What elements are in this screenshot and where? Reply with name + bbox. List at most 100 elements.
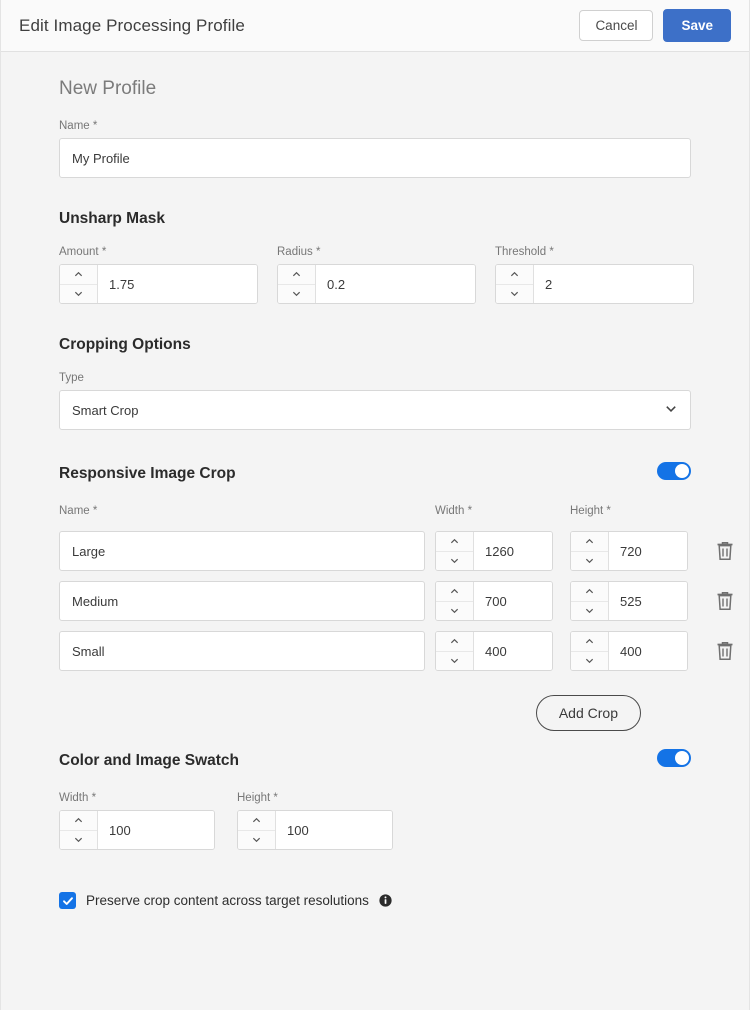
crop-type-value: Smart Crop [72, 403, 138, 418]
crop-name-cell [59, 581, 425, 621]
threshold-field-group: Threshold * 2 [495, 246, 694, 304]
profile-name-input[interactable] [59, 138, 691, 178]
toggle-knob [675, 751, 689, 765]
chevron-down-icon [450, 606, 459, 615]
save-button[interactable]: Save [663, 9, 731, 42]
threshold-value[interactable]: 2 [534, 265, 693, 303]
radius-stepper[interactable]: 0.2 [277, 264, 476, 304]
amount-increment-button[interactable] [60, 265, 97, 285]
crop-height-increment-button[interactable] [571, 632, 608, 652]
crop-width-decrement-button[interactable] [436, 602, 473, 621]
crop-width-stepper[interactable]: 700 [435, 581, 553, 621]
swatch-height-value[interactable]: 100 [276, 811, 392, 849]
crop-width-value[interactable]: 700 [474, 582, 552, 620]
chevron-up-icon [510, 270, 519, 279]
crop-delete-cell [705, 590, 745, 612]
crop-height-stepper[interactable]: 525 [570, 581, 688, 621]
crop-width-stepper[interactable]: 400 [435, 631, 553, 671]
color-image-swatch-section-header: Color and Image Swatch [59, 749, 691, 772]
chevron-up-icon [450, 537, 459, 546]
crop-width-stepper[interactable]: 1260 [435, 531, 553, 571]
threshold-increment-button[interactable] [496, 265, 533, 285]
crop-height-stepper[interactable]: 720 [570, 531, 688, 571]
swatch-height-stepper-buttons [238, 811, 276, 849]
crop-width-cell: 1260 [435, 531, 553, 571]
radius-value[interactable]: 0.2 [316, 265, 475, 303]
unsharp-mask-section-header: Unsharp Mask [59, 210, 691, 228]
swatch-width-decrement-button[interactable] [60, 831, 97, 850]
amount-label: Amount * [59, 246, 258, 258]
amount-stepper[interactable]: 1.75 [59, 264, 258, 304]
chevron-up-icon [252, 816, 261, 825]
crop-height-decrement-button[interactable] [571, 602, 608, 621]
crop-width-increment-button[interactable] [436, 532, 473, 552]
crop-height-value[interactable]: 400 [609, 632, 687, 670]
edit-image-processing-profile-page: Edit Image Processing Profile Cancel Sav… [0, 0, 750, 1010]
crop-width-value[interactable]: 400 [474, 632, 552, 670]
add-crop-row: Add Crop [59, 695, 691, 731]
swatch-height-decrement-button[interactable] [238, 831, 275, 850]
unsharp-mask-fields: Amount * 1.75 Radius * [59, 246, 691, 304]
crop-name-header-label: Name * [59, 505, 425, 517]
crop-height-increment-button[interactable] [571, 532, 608, 552]
crop-height-decrement-button[interactable] [571, 552, 608, 571]
crop-delete-cell [705, 540, 745, 562]
profile-heading: New Profile [59, 78, 691, 100]
chevron-down-icon [585, 606, 594, 615]
crop-height-decrement-button[interactable] [571, 652, 608, 671]
crop-height-increment-button[interactable] [571, 582, 608, 602]
swatch-width-stepper[interactable]: 100 [59, 810, 215, 850]
color-image-swatch-toggle[interactable] [657, 749, 691, 767]
cropping-options-section-header: Cropping Options [59, 336, 691, 354]
swatch-width-increment-button[interactable] [60, 811, 97, 831]
info-icon[interactable] [379, 894, 392, 907]
chevron-up-icon [74, 270, 83, 279]
crop-width-decrement-button[interactable] [436, 652, 473, 671]
threshold-decrement-button[interactable] [496, 285, 533, 304]
swatch-width-value[interactable]: 100 [98, 811, 214, 849]
crop-width-increment-button[interactable] [436, 582, 473, 602]
toggle-wrap [657, 462, 691, 485]
crop-type-select[interactable]: Smart Crop [59, 390, 691, 430]
crop-width-increment-button[interactable] [436, 632, 473, 652]
add-crop-button[interactable]: Add Crop [536, 695, 641, 731]
chevron-up-icon [74, 816, 83, 825]
radius-decrement-button[interactable] [278, 285, 315, 304]
chevron-up-icon [585, 637, 594, 646]
cropping-options-title: Cropping Options [59, 336, 191, 354]
trash-icon[interactable] [715, 540, 735, 562]
crop-height-cell: 720 [570, 531, 688, 571]
cancel-button[interactable]: Cancel [579, 10, 653, 41]
preserve-crop-checkbox[interactable] [59, 892, 76, 909]
crop-height-value[interactable]: 720 [609, 532, 687, 570]
crop-width-value[interactable]: 1260 [474, 532, 552, 570]
crop-name-input[interactable] [59, 631, 425, 671]
radius-increment-button[interactable] [278, 265, 315, 285]
responsive-image-crop-toggle[interactable] [657, 462, 691, 480]
crop-name-input[interactable] [59, 531, 425, 571]
crop-name-input[interactable] [59, 581, 425, 621]
crop-width-decrement-button[interactable] [436, 552, 473, 571]
color-image-swatch-title: Color and Image Swatch [59, 752, 239, 770]
spacer [59, 178, 691, 210]
unsharp-mask-title: Unsharp Mask [59, 210, 165, 228]
amount-value[interactable]: 1.75 [98, 265, 257, 303]
chevron-down-icon [74, 289, 83, 298]
swatch-width-label: Width * [59, 792, 215, 804]
threshold-stepper[interactable]: 2 [495, 264, 694, 304]
crop-height-cell: 400 [570, 631, 688, 671]
toggle-knob [675, 464, 689, 478]
swatch-height-increment-button[interactable] [238, 811, 275, 831]
crop-height-value[interactable]: 525 [609, 582, 687, 620]
crop-width-cell: 400 [435, 631, 553, 671]
crop-type-field-group: Type Smart Crop [59, 372, 691, 430]
swatch-width-stepper-buttons [60, 811, 98, 849]
trash-icon[interactable] [715, 640, 735, 662]
crop-height-stepper[interactable]: 400 [570, 631, 688, 671]
spacer [59, 304, 691, 336]
crop-height-header-label: Height * [570, 505, 688, 517]
swatch-height-stepper[interactable]: 100 [237, 810, 393, 850]
chevron-down-icon [74, 835, 83, 844]
amount-decrement-button[interactable] [60, 285, 97, 304]
trash-icon[interactable] [715, 590, 735, 612]
